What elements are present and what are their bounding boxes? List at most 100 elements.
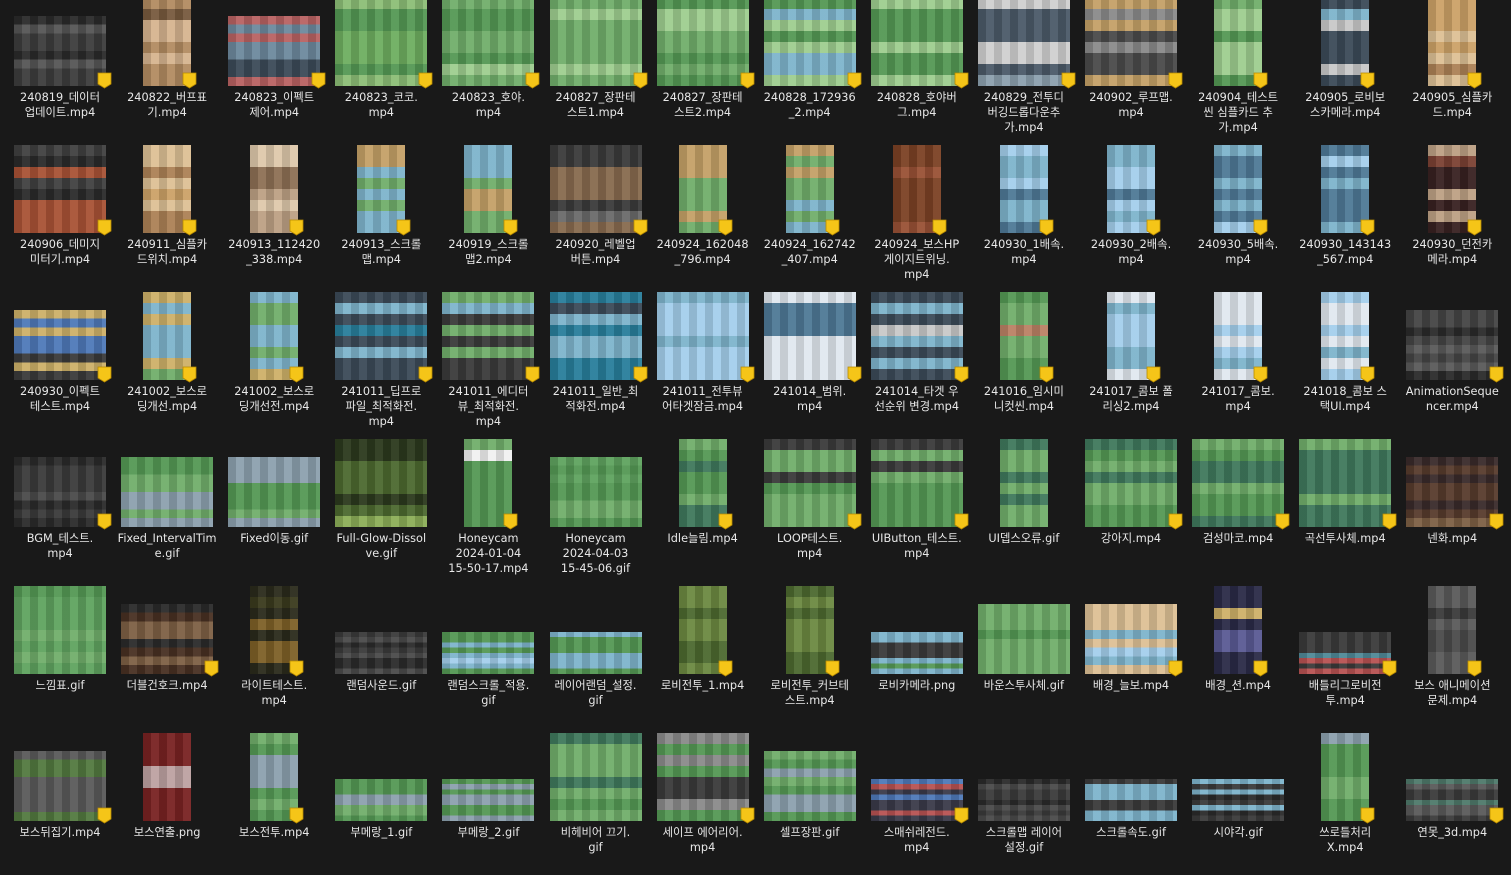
thumbnail-pixels <box>1406 457 1499 527</box>
file-item[interactable]: 보스뒤집기.mp4 <box>8 729 112 875</box>
file-item[interactable]: 240829_전투디 버깅드롭다운추 가.mp4 <box>972 0 1076 140</box>
file-name-label: 비헤비어 끄기. gif <box>560 826 631 854</box>
file-item[interactable]: 랜덤사운드.gif <box>329 582 433 728</box>
file-item[interactable]: 240827_장판테 스트1.mp4 <box>544 0 648 140</box>
file-item[interactable]: 240905_심플카 드.mp4 <box>1400 0 1504 140</box>
file-item[interactable]: 241011_일반_최 적화전.mp4 <box>544 288 648 434</box>
file-item[interactable]: 240823_이펙트 제어.mp4 <box>222 0 326 140</box>
file-item[interactable]: 검성마코.mp4 <box>1186 435 1290 581</box>
file-item[interactable]: 곡선투사체.mp4 <box>1293 435 1397 581</box>
file-item[interactable]: 240930_던전카 메라.mp4 <box>1400 141 1504 287</box>
file-item[interactable]: 240920_레벨업 버튼.mp4 <box>544 141 648 287</box>
file-item[interactable]: 배틀리그로비전 투.mp4 <box>1293 582 1397 728</box>
file-item[interactable]: 보스연출.png <box>115 729 219 875</box>
file-item[interactable]: 240905_로비보 스카메라.mp4 <box>1293 0 1397 140</box>
file-item[interactable]: 240906_데미지 미터기.mp4 <box>8 141 112 287</box>
file-item[interactable]: 셀프장판.gif <box>758 729 862 875</box>
file-item[interactable]: 배경_늘보.mp4 <box>1079 582 1183 728</box>
file-item[interactable]: 240823_호야. mp4 <box>436 0 540 140</box>
file-item[interactable]: 240924_보스HP 게이지트위닝. mp4 <box>865 141 969 287</box>
file-item[interactable]: 240930_1배속. mp4 <box>972 141 1076 287</box>
file-item[interactable]: 240919_스크롤 맵2.mp4 <box>436 141 540 287</box>
file-item[interactable]: Fixed이동.gif <box>222 435 326 581</box>
file-item[interactable]: 241014_범위. mp4 <box>758 288 862 434</box>
file-item[interactable]: 240828_호야버 그.mp4 <box>865 0 969 140</box>
file-item[interactable]: 랜덤스크롤_적용. gif <box>436 582 540 728</box>
file-item[interactable]: LOOP테스트. mp4 <box>758 435 862 581</box>
thumbnail-area <box>1186 141 1290 236</box>
file-name-label: 시야각.gif <box>1213 826 1263 839</box>
file-item[interactable]: 241018_콤보 스 택UI.mp4 <box>1293 288 1397 434</box>
file-item[interactable]: Full-Glow-Dissol ve.gif <box>329 435 433 581</box>
file-item[interactable]: 240924_162048 _796.mp4 <box>651 141 755 287</box>
file-item[interactable]: 부메랑_2.gif <box>436 729 540 875</box>
file-item[interactable]: Fixed_IntervalTim e.gif <box>115 435 219 581</box>
file-item[interactable]: UIButton_테스트. mp4 <box>865 435 969 581</box>
thumbnail-area <box>436 141 540 236</box>
file-item[interactable]: 부메랑_1.gif <box>329 729 433 875</box>
file-item[interactable]: 241002_보스로 딩개선.mp4 <box>115 288 219 434</box>
file-item[interactable]: 스매쉬레전드. mp4 <box>865 729 969 875</box>
file-item[interactable]: Idle늘림.mp4 <box>651 435 755 581</box>
file-item[interactable]: 레이어랜덤_설정. gif <box>544 582 648 728</box>
file-item[interactable]: 241011_전투뷰 어타겟잠금.mp4 <box>651 288 755 434</box>
file-item[interactable]: 바운스투사체.gif <box>972 582 1076 728</box>
file-item[interactable]: 연못_3d.mp4 <box>1400 729 1504 875</box>
file-item[interactable]: 241017_콤보 폴 리싱2.mp4 <box>1079 288 1183 434</box>
file-item[interactable]: 쓰로틀처리 X.mp4 <box>1293 729 1397 875</box>
file-item[interactable]: 240913_112420 _338.mp4 <box>222 141 326 287</box>
file-item[interactable]: 강아지.mp4 <box>1079 435 1183 581</box>
thumbnail-area <box>544 582 648 674</box>
thumbnail-area <box>1186 435 1290 530</box>
file-item[interactable]: 로비전투_1.mp4 <box>651 582 755 728</box>
file-item[interactable]: 241002_보스로 딩개선전.mp4 <box>222 288 326 434</box>
file-item[interactable]: 로비카메라.png <box>865 582 969 728</box>
file-item[interactable]: Honeycam 2024-04-03 15-45-06.gif <box>544 435 648 581</box>
thumbnail-pixels <box>14 586 106 674</box>
file-item[interactable]: 240924_162742 _407.mp4 <box>758 141 862 287</box>
file-item[interactable]: 보스전투.mp4 <box>222 729 326 875</box>
thumbnail-area <box>972 435 1076 527</box>
file-item[interactable]: 240930_143143 _567.mp4 <box>1293 141 1397 287</box>
file-item[interactable]: 넨화.mp4 <box>1400 435 1504 581</box>
file-item[interactable]: 느낌표.gif <box>8 582 112 728</box>
file-item[interactable]: 시야각.gif <box>1186 729 1290 875</box>
file-item[interactable]: Honeycam 2024-01-04 15-50-17.mp4 <box>436 435 540 581</box>
file-item[interactable]: 보스 애니메이션 문제.mp4 <box>1400 582 1504 728</box>
file-item[interactable]: 세이프 에어리어. mp4 <box>651 729 755 875</box>
file-item[interactable]: 비헤비어 끄기. gif <box>544 729 648 875</box>
thumbnail-area <box>865 435 969 530</box>
file-item[interactable]: 240823_코코. mp4 <box>329 0 433 140</box>
file-item[interactable]: 240930_이펙트 테스트.mp4 <box>8 288 112 434</box>
file-item[interactable]: 더블건호크.mp4 <box>115 582 219 728</box>
file-item[interactable]: 241017_콤보. mp4 <box>1186 288 1290 434</box>
file-item[interactable]: 라이트테스트. mp4 <box>222 582 326 728</box>
file-item[interactable]: 241014_타겟 우 선순위 변경.mp4 <box>865 288 969 434</box>
file-item[interactable]: AnimationSeque ncer.mp4 <box>1400 288 1504 434</box>
file-item[interactable]: 240913_스크롤 맵.mp4 <box>329 141 433 287</box>
file-item[interactable]: BGM_테스트. mp4 <box>8 435 112 581</box>
file-item[interactable]: 240930_2배속. mp4 <box>1079 141 1183 287</box>
file-item[interactable]: 240904_테스트 씬 심플카드 추 가.mp4 <box>1186 0 1290 140</box>
file-item[interactable]: 241011_에디터 뷰_최적화전. mp4 <box>436 288 540 434</box>
file-name-label: 240913_112420 _338.mp4 <box>228 238 321 266</box>
file-item[interactable]: 240822_버프표 기.mp4 <box>115 0 219 140</box>
thumbnail-area <box>222 288 326 383</box>
file-item[interactable]: 스크롤속도.gif <box>1079 729 1183 875</box>
file-item[interactable]: 240902_루프맵. mp4 <box>1079 0 1183 140</box>
file-item[interactable]: 240828_172936 _2.mp4 <box>758 0 862 140</box>
file-item[interactable]: 로비전투_커브테 스트.mp4 <box>758 582 862 728</box>
file-item[interactable]: 스크롤맵 레이어 설정.gif <box>972 729 1076 875</box>
file-name-label: 240924_162742 _407.mp4 <box>763 238 856 266</box>
file-item[interactable]: 240827_장판테 스트2.mp4 <box>651 0 755 140</box>
file-item[interactable]: 241016_임시미 니컷씬.mp4 <box>972 288 1076 434</box>
file-item[interactable]: 240819_데이터 업데이트.mp4 <box>8 0 112 140</box>
file-item[interactable]: 240930_5배속. mp4 <box>1186 141 1290 287</box>
file-item[interactable]: 배경_션.mp4 <box>1186 582 1290 728</box>
file-thumbnail <box>1406 310 1499 380</box>
file-item[interactable]: UI뎁스오류.gif <box>972 435 1076 581</box>
file-item[interactable]: 241011_딥프로 파일_최적화전. mp4 <box>329 288 433 434</box>
file-item[interactable]: 240911_심플카 드위치.mp4 <box>115 141 219 287</box>
file-name-label: 240823_호야. mp4 <box>451 91 525 119</box>
thumbnail-pixels <box>870 292 963 380</box>
